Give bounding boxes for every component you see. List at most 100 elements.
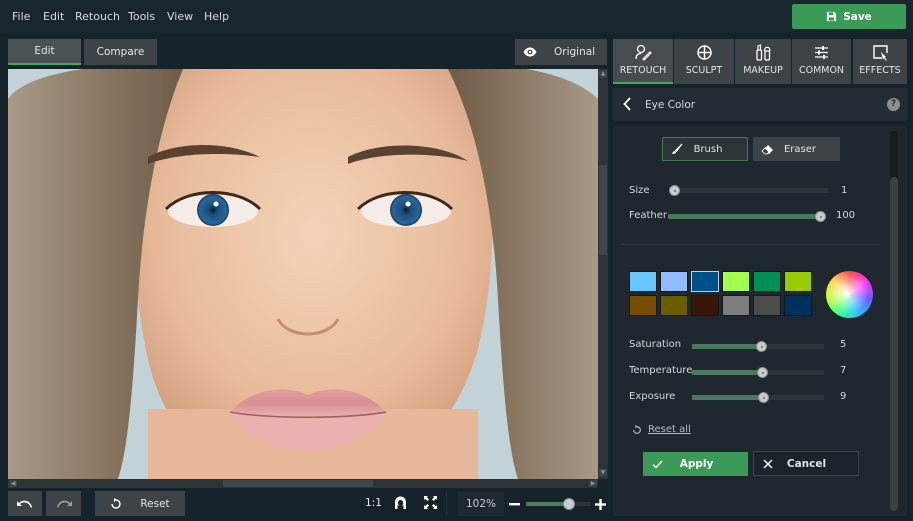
scroll-up-arrow-icon[interactable]: ▲ — [599, 70, 607, 78]
tab-edit[interactable]: Edit — [8, 39, 81, 65]
tab-effects-label: EFFECTS — [859, 65, 901, 76]
face-icon[interactable] — [394, 496, 407, 510]
fit-screen-icon[interactable] — [424, 496, 437, 509]
color-swatch[interactable] — [784, 271, 812, 292]
color-swatch[interactable] — [660, 271, 688, 292]
temperature-slider[interactable] — [692, 367, 824, 378]
zoom-slider-knob[interactable] — [562, 498, 575, 510]
color-swatch[interactable] — [753, 295, 781, 316]
tab-makeup-label: MAKEUP — [743, 65, 783, 76]
eraser-label: Eraser — [783, 143, 817, 155]
zoom-out-icon[interactable] — [509, 503, 520, 506]
apply-label: Apply — [679, 458, 714, 470]
reset-all-link[interactable]: Reset all — [632, 424, 691, 435]
menu-tools[interactable]: Tools — [128, 10, 155, 23]
menu-file[interactable]: File — [12, 10, 30, 23]
reset-icon — [633, 424, 641, 434]
menu-retouch[interactable]: Retouch — [75, 10, 120, 23]
color-swatch[interactable] — [629, 295, 657, 316]
brush-label: Brush — [693, 143, 723, 155]
size-value: 1 — [841, 185, 848, 196]
toolbar-separator — [446, 492, 447, 515]
saturation-slider-fill — [692, 344, 761, 349]
zoom-level[interactable]: 102% — [458, 491, 504, 516]
help-icon[interactable]: ? — [887, 98, 900, 111]
menu-bar: File Edit Retouch Tools View Help Save — [0, 0, 913, 34]
canvas-vertical-scrollbar[interactable]: ▲ ▼ — [598, 69, 608, 479]
horizontal-scroll-thumb[interactable] — [223, 480, 373, 487]
scroll-right-arrow-icon[interactable]: ▶ — [589, 480, 597, 487]
color-swatch[interactable] — [691, 295, 719, 316]
eraser-button[interactable]: Eraser — [753, 137, 840, 161]
reset-button[interactable]: Reset — [95, 491, 185, 516]
tab-common[interactable]: COMMON — [792, 39, 851, 84]
undo-button[interactable] — [8, 491, 42, 516]
feather-slider-fill — [668, 214, 820, 219]
reset-label: Reset — [140, 497, 170, 510]
color-swatch[interactable] — [722, 295, 750, 316]
saturation-label: Saturation — [629, 339, 682, 350]
tab-retouch-label: RETOUCH — [619, 65, 667, 76]
exposure-label: Exposure — [629, 391, 676, 402]
photo-canvas[interactable] — [8, 69, 598, 479]
original-button[interactable]: Original — [515, 39, 607, 65]
eye-icon — [523, 47, 537, 57]
temperature-slider-fill — [692, 370, 762, 375]
tab-retouch[interactable]: RETOUCH — [613, 39, 673, 84]
size-slider[interactable] — [669, 185, 828, 196]
feather-slider-knob[interactable] — [815, 211, 826, 222]
reset-icon — [111, 497, 122, 509]
color-wheel-icon[interactable] — [826, 271, 873, 318]
menu-edit[interactable]: Edit — [43, 10, 64, 23]
cancel-label: Cancel — [786, 457, 827, 470]
saturation-slider[interactable] — [692, 341, 824, 352]
zoom-slider[interactable] — [526, 498, 590, 510]
color-swatch[interactable] — [691, 271, 719, 292]
apply-button[interactable]: Apply — [643, 452, 748, 476]
reset-all-label: Reset all — [648, 424, 691, 435]
color-swatch[interactable] — [753, 271, 781, 292]
chevron-left-icon[interactable] — [623, 97, 631, 111]
crosshair-circle-icon — [696, 45, 712, 60]
panel-header: Eye Color ? — [613, 88, 907, 121]
color-swatch[interactable] — [629, 271, 657, 292]
cancel-button[interactable]: Cancel — [753, 451, 859, 476]
save-label: Save — [843, 10, 872, 23]
color-swatch[interactable] — [784, 295, 812, 316]
menu-view[interactable]: View — [167, 10, 193, 23]
panel-scroll-thumb[interactable] — [890, 177, 898, 511]
zoom-in-icon[interactable] — [595, 499, 606, 510]
sliders-icon — [815, 46, 828, 59]
exposure-slider[interactable] — [692, 392, 824, 403]
exposure-value: 9 — [840, 391, 847, 402]
actual-size-button[interactable]: 1:1 — [365, 497, 382, 509]
redo-button[interactable] — [46, 491, 81, 516]
save-button[interactable]: Save — [792, 4, 906, 29]
tab-sculpt[interactable]: SCULPT — [674, 39, 734, 84]
color-swatch[interactable] — [660, 295, 688, 316]
scroll-down-arrow-icon[interactable]: ▼ — [599, 469, 607, 477]
portrait-photo — [8, 69, 598, 479]
original-label: Original — [554, 46, 596, 58]
checkmark-icon — [652, 460, 663, 469]
size-slider-knob[interactable] — [669, 185, 680, 196]
tab-makeup[interactable]: MAKEUP — [735, 39, 791, 84]
feather-value: 100 — [836, 210, 856, 221]
panel-title: Eye Color — [645, 99, 696, 111]
color-swatch[interactable] — [722, 271, 750, 292]
canvas-horizontal-scrollbar[interactable]: ◀ ▶ — [8, 479, 598, 488]
vertical-scroll-thumb[interactable] — [599, 165, 607, 255]
saturation-slider-knob[interactable] — [755, 341, 767, 352]
floppy-disk-icon — [827, 11, 837, 22]
effects-icon — [872, 45, 888, 61]
feather-label: Feather — [629, 210, 668, 221]
feather-slider[interactable] — [668, 211, 826, 222]
scroll-left-arrow-icon[interactable]: ◀ — [9, 480, 17, 487]
eraser-icon — [761, 144, 773, 154]
temperature-slider-knob[interactable] — [756, 367, 768, 378]
undo-icon — [17, 500, 32, 508]
tab-compare[interactable]: Compare — [84, 39, 157, 65]
brush-button[interactable]: Brush — [662, 137, 748, 161]
tab-effects[interactable]: EFFECTS — [853, 39, 907, 84]
menu-help[interactable]: Help — [204, 10, 229, 23]
